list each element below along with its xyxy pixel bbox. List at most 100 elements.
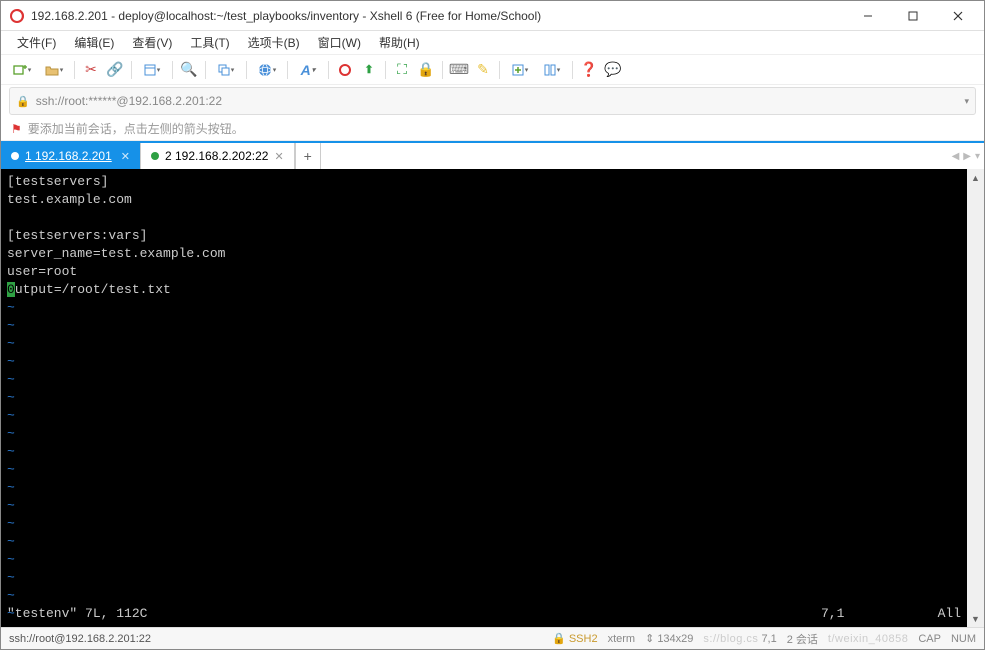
vim-tilde: ~ — [7, 426, 15, 441]
vim-file-info: "testenv" 7L, 112C — [7, 605, 821, 623]
status-term-type: xterm — [608, 633, 636, 645]
tab-next-icon[interactable]: ▶ — [963, 151, 971, 162]
menu-tools[interactable]: 工具(T) — [182, 32, 237, 53]
menu-help[interactable]: 帮助(H) — [371, 32, 428, 53]
layout-tile-button[interactable] — [537, 59, 567, 81]
tab-strip: 1 192.168.2.201 ✕ 2 192.168.2.202:22 ✕ +… — [1, 141, 984, 169]
keyboard-button[interactable]: ⌨ — [448, 59, 470, 81]
toolbar-separator — [131, 61, 132, 79]
flag-icon[interactable]: ⚑ — [11, 122, 22, 136]
search-button[interactable]: 🔍 — [178, 59, 200, 81]
menu-tabs[interactable]: 选项卡(B) — [240, 32, 308, 53]
address-dropdown-icon[interactable]: ▾ — [964, 96, 969, 107]
vim-tilde: ~ — [7, 390, 15, 405]
tab-close-icon[interactable]: ✕ — [121, 150, 130, 163]
maximize-button[interactable] — [890, 1, 935, 31]
address-bar[interactable]: 🔒 ssh://root:******@192.168.2.201:22 ▾ — [9, 87, 976, 115]
window-controls — [845, 1, 980, 31]
vim-tilde: ~ — [7, 354, 15, 369]
lock-button[interactable]: 🔒 — [415, 59, 437, 81]
xftp-button[interactable]: ⬆ — [358, 59, 380, 81]
font-button[interactable]: A — [293, 59, 323, 81]
terminal-line: [testservers] — [7, 174, 108, 189]
vim-tilde: ~ — [7, 372, 15, 387]
vim-tilde: ~ — [7, 552, 15, 567]
status-bar: ssh://root@192.168.2.201:22 🔒 SSH2 xterm… — [1, 627, 984, 649]
menu-window[interactable]: 窗口(W) — [310, 32, 369, 53]
app-window: 192.168.2.201 - deploy@localhost:~/test_… — [0, 0, 985, 650]
terminal-scrollbar[interactable]: ▲ ▼ — [967, 169, 984, 627]
toolbar-separator — [287, 61, 288, 79]
status-term-size: ⇕ 134x29 — [645, 632, 693, 645]
vim-tilde: ~ — [7, 480, 15, 495]
menu-edit[interactable]: 编辑(E) — [66, 32, 122, 53]
vim-tilde: ~ — [7, 588, 15, 603]
toolbar-separator — [74, 61, 75, 79]
session-tab-1[interactable]: 1 192.168.2.201 ✕ — [1, 143, 141, 169]
xshell-icon[interactable] — [334, 59, 356, 81]
vim-tilde: ~ — [7, 408, 15, 423]
fullscreen-button[interactable]: ⛶ — [391, 59, 413, 81]
watermark-text: t/weixin_40858 — [828, 633, 908, 645]
status-sessions: 2 会话 — [787, 631, 818, 647]
toolbar-separator — [442, 61, 443, 79]
terminal-line: server_name=test.example.com — [7, 246, 225, 261]
chat-button[interactable]: 💬 — [602, 59, 624, 81]
terminal[interactable]: [testservers] test.example.com [testserv… — [1, 169, 967, 627]
vim-scroll-pos: All — [921, 605, 961, 623]
info-bar: ⚑ 要添加当前会话，点击左侧的箭头按钮。 — [1, 117, 984, 141]
vim-tilde: ~ — [7, 300, 15, 315]
menu-view[interactable]: 查看(V) — [124, 32, 180, 53]
tab-status-icon — [151, 152, 159, 160]
info-text: 要添加当前会话，点击左侧的箭头按钮。 — [28, 120, 244, 137]
new-session-button[interactable] — [7, 59, 37, 81]
scroll-down-icon[interactable]: ▼ — [967, 610, 984, 627]
tab-close-icon[interactable]: ✕ — [274, 150, 283, 163]
vim-tilde: ~ — [7, 570, 15, 585]
status-caps: CAP — [918, 633, 941, 645]
toolbar-separator — [328, 61, 329, 79]
tab-label: 2 192.168.2.202:22 — [165, 149, 268, 163]
tab-menu-icon[interactable]: ▾ — [975, 151, 980, 162]
reconnect-button[interactable]: ✂ — [80, 59, 102, 81]
menu-file[interactable]: 文件(F) — [9, 32, 64, 53]
properties-button[interactable] — [137, 59, 167, 81]
status-connection: ssh://root@192.168.2.201:22 — [9, 633, 542, 645]
highlight-button[interactable]: ✎ — [472, 59, 494, 81]
vim-tilde: ~ — [7, 516, 15, 531]
status-num: NUM — [951, 633, 976, 645]
toolbar-separator — [246, 61, 247, 79]
scroll-up-icon[interactable]: ▲ — [967, 169, 984, 186]
toolbar: ✂ 🔗 🔍 A ⬆ ⛶ 🔒 ⌨ ✎ ❓ 💬 — [1, 55, 984, 85]
layout-add-button[interactable] — [505, 59, 535, 81]
disconnect-button[interactable]: 🔗 — [104, 59, 126, 81]
vim-tilde: ~ — [7, 534, 15, 549]
session-tab-2[interactable]: 2 192.168.2.202:22 ✕ — [141, 143, 295, 169]
close-button[interactable] — [935, 1, 980, 31]
window-title: 192.168.2.201 - deploy@localhost:~/test_… — [31, 9, 845, 23]
toolbar-separator — [499, 61, 500, 79]
tab-label: 1 192.168.2.201 — [25, 149, 115, 163]
globe-button[interactable] — [252, 59, 282, 81]
terminal-cursor: 0 — [7, 282, 15, 297]
tab-prev-icon[interactable]: ◀ — [952, 151, 960, 162]
terminal-line: [testservers:vars] — [7, 228, 147, 243]
terminal-area: [testservers] test.example.com [testserv… — [1, 169, 984, 627]
copy-button[interactable] — [211, 59, 241, 81]
open-session-button[interactable] — [39, 59, 69, 81]
terminal-line: user=root — [7, 264, 77, 279]
lock-icon: 🔒 — [16, 95, 30, 108]
address-text: ssh://root:******@192.168.2.201:22 — [36, 94, 959, 108]
vim-tilde: ~ — [7, 462, 15, 477]
minimize-button[interactable] — [845, 1, 890, 31]
terminal-line: test.example.com — [7, 192, 132, 207]
toolbar-separator — [385, 61, 386, 79]
status-ssh: 🔒 SSH2 — [552, 632, 597, 645]
tab-status-icon — [11, 152, 19, 160]
scroll-track[interactable] — [967, 186, 984, 610]
menubar: 文件(F) 编辑(E) 查看(V) 工具(T) 选项卡(B) 窗口(W) 帮助(… — [1, 31, 984, 55]
help-button[interactable]: ❓ — [578, 59, 600, 81]
vim-tilde: ~ — [7, 624, 15, 627]
toolbar-separator — [205, 61, 206, 79]
new-tab-button[interactable]: + — [295, 143, 321, 169]
